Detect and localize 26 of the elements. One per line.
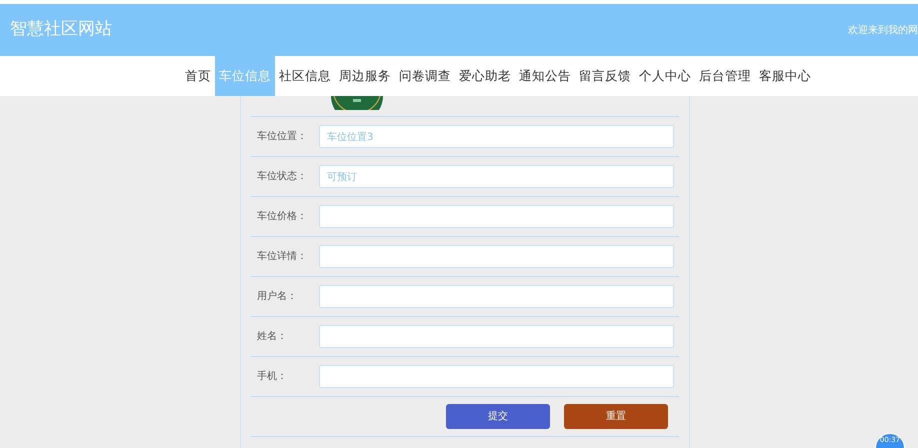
field-label: 手机： bbox=[256, 370, 288, 384]
nav-link[interactable]: 留言反馈 bbox=[575, 56, 635, 96]
field-label: 用户名： bbox=[256, 290, 298, 304]
field-label: 车位位置： bbox=[256, 130, 308, 144]
field-label: 车位价格： bbox=[256, 210, 308, 224]
input-field[interactable] bbox=[319, 365, 674, 388]
input-field[interactable] bbox=[319, 285, 674, 308]
site-title: 智慧社区网站 bbox=[10, 18, 112, 42]
reset-button[interactable]: 重置 bbox=[564, 404, 668, 429]
nav-link[interactable]: 周边服务 bbox=[335, 56, 395, 96]
field-label: 姓名： bbox=[256, 330, 288, 344]
nav-link[interactable]: 问卷调查 bbox=[395, 56, 455, 96]
input-field[interactable] bbox=[319, 205, 674, 228]
field-label: 车位详情： bbox=[256, 250, 308, 264]
nav-link[interactable]: 客服中心 bbox=[755, 56, 815, 96]
nav-link[interactable]: 个人中心 bbox=[635, 56, 695, 96]
nav-link[interactable]: 社区信息 bbox=[275, 56, 335, 96]
welcome-text: 欢迎来到我的网 bbox=[847, 24, 918, 38]
input-field[interactable] bbox=[319, 245, 674, 268]
submit-button[interactable]: 提交 bbox=[446, 404, 550, 429]
nav-link[interactable]: 首页 bbox=[181, 56, 215, 96]
nav-link[interactable]: 通知公告 bbox=[515, 56, 575, 96]
input-field[interactable] bbox=[319, 325, 674, 348]
nav-link[interactable]: 后台管理 bbox=[695, 56, 755, 96]
field-label: 车位状态： bbox=[256, 170, 308, 184]
nav-link[interactable]: 爱心助老 bbox=[455, 56, 515, 96]
